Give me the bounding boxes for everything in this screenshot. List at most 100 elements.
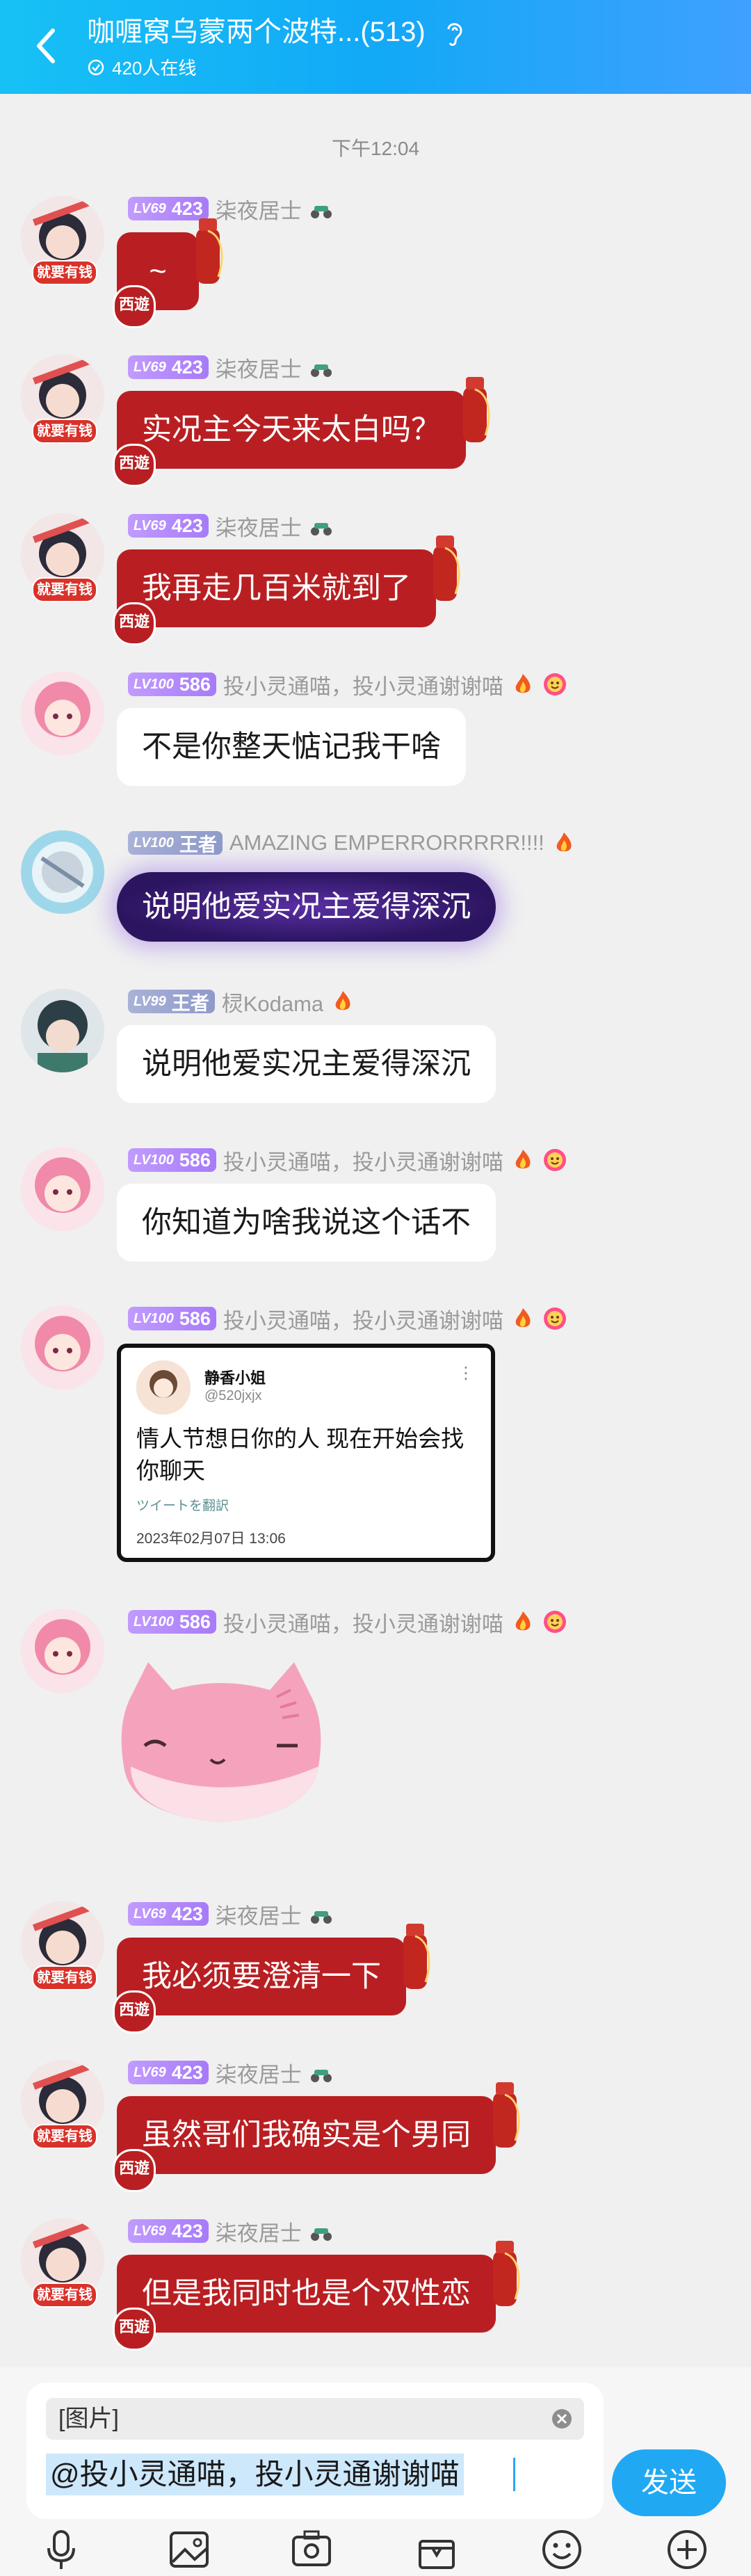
send-button[interactable]: 发送 bbox=[612, 2449, 726, 2516]
fire-icon bbox=[515, 1150, 531, 1169]
bubble-tag: 西遊 bbox=[113, 602, 156, 645]
hanger-icon bbox=[493, 2241, 520, 2306]
time-separator: 下午12:04 bbox=[331, 138, 420, 159]
camera-icon[interactable] bbox=[289, 2527, 334, 2572]
fire-icon bbox=[556, 832, 572, 852]
level-badge: LV100 586 bbox=[128, 1610, 216, 1634]
level-badge: LV69 423 bbox=[128, 514, 209, 538]
plus-icon[interactable] bbox=[665, 2527, 709, 2572]
sender-meta: LV100 王者 AMAZING EMPERRORRRRR!!!! bbox=[128, 829, 576, 857]
smiley-badge-icon bbox=[543, 1307, 566, 1330]
level-badge: LV100 王者 bbox=[128, 831, 223, 855]
chat-title[interactable]: 咖喱窝乌蒙两个波特...(513) bbox=[87, 13, 713, 51]
tweet-author: 静香小姐 bbox=[204, 1369, 266, 1387]
rich-tag: 就要有钱 bbox=[32, 260, 97, 285]
avatar[interactable] bbox=[21, 1306, 104, 1390]
sender-name[interactable]: 投小灵通喵，投小灵通谢谢喵 bbox=[223, 1303, 503, 1335]
fire-icon bbox=[515, 1611, 531, 1631]
fire-icon bbox=[515, 674, 531, 693]
sender-name[interactable]: 投小灵通喵，投小灵通谢谢喵 bbox=[223, 1145, 503, 1176]
message-bubble[interactable]: 我再走几百米就到了 西遊 bbox=[113, 536, 460, 645]
sender-name[interactable]: AMAZING EMPERRORRRRR!!!! bbox=[229, 830, 544, 855]
input-toolbar bbox=[0, 2527, 751, 2576]
avatar[interactable] bbox=[21, 1609, 104, 1693]
ear-icon[interactable] bbox=[443, 19, 467, 47]
message-input[interactable]: @投小灵通喵，投小灵通谢谢喵 bbox=[46, 2454, 464, 2495]
message-bubble[interactable]: ~ 西遊 bbox=[113, 218, 223, 328]
fire-icon bbox=[515, 1308, 531, 1328]
tweet-handle: @520jxjx bbox=[204, 1388, 262, 1403]
bubble-tag: 西遊 bbox=[113, 444, 156, 487]
bubble-tag: 西遊 bbox=[113, 1990, 156, 2034]
rich-tag: 就要有钱 bbox=[32, 2283, 97, 2308]
avatar[interactable] bbox=[21, 1148, 104, 1231]
message-composer[interactable]: [图片] @投小灵通喵，投小灵通谢谢喵 bbox=[26, 2383, 604, 2519]
pink-cat-sticker[interactable] bbox=[117, 1648, 325, 1857]
tweet-translate: ツイートを翻訳 bbox=[136, 1499, 229, 1513]
level-badge: LV69 423 bbox=[128, 355, 209, 379]
emoji-icon[interactable] bbox=[540, 2527, 584, 2572]
chat-header: 咖喱窝乌蒙两个波特...(513) 420人在线 bbox=[0, 0, 751, 94]
gift-icon[interactable] bbox=[414, 2527, 459, 2572]
sender-meta: LV99 王者 棂Kodama bbox=[128, 986, 355, 1017]
tweet-avatar bbox=[136, 1360, 191, 1415]
sender-name[interactable]: 棂Kodama bbox=[222, 986, 323, 1017]
sender-name[interactable]: 柒夜居士 bbox=[216, 2057, 302, 2088]
sender-meta: LV69 423 柒夜居士 bbox=[128, 2057, 334, 2088]
hanger-icon bbox=[196, 218, 223, 284]
bubble-tag: 西遊 bbox=[113, 2149, 156, 2192]
close-icon[interactable] bbox=[551, 2408, 573, 2430]
sender-meta: LV100 586 投小灵通喵，投小灵通谢谢喵 bbox=[128, 669, 567, 700]
message-bubble[interactable]: 说明他爱实况主爱得深沉 bbox=[117, 1025, 496, 1103]
sender-name[interactable]: 柒夜居士 bbox=[216, 352, 302, 383]
message-bubble[interactable]: 不是你整天惦记我干啥 bbox=[117, 708, 466, 786]
message-bubble[interactable]: 实况主今天来太白吗？ 西遊 bbox=[113, 377, 490, 487]
rich-tag: 就要有钱 bbox=[32, 1965, 97, 1990]
level-badge: LV100 586 bbox=[128, 1307, 216, 1330]
level-badge: LV99 王者 bbox=[128, 990, 215, 1014]
motorbike-icon bbox=[310, 2070, 332, 2082]
composer-area: [图片] @投小灵通喵，投小灵通谢谢喵 发送 bbox=[0, 2367, 751, 2576]
fire-icon bbox=[335, 991, 350, 1011]
motorbike-icon bbox=[310, 2228, 332, 2241]
message-bubble[interactable]: 你知道为啥我说这个话不 bbox=[117, 1184, 496, 1262]
avatar[interactable] bbox=[21, 672, 104, 755]
back-icon[interactable] bbox=[32, 25, 60, 67]
sender-meta: LV69 423 柒夜居士 bbox=[128, 512, 334, 540]
level-badge: LV69 423 bbox=[128, 2219, 209, 2243]
level-badge: LV100 586 bbox=[128, 673, 216, 696]
sender-meta: LV69 423 柒夜居士 bbox=[128, 1899, 334, 1930]
image-message[interactable]: 静香小姐 @520jxjx ⋮ 情人节想日你的人 现在开始会找你聊天 ツイートを… bbox=[117, 1344, 495, 1562]
sender-meta: LV100 586 投小灵通喵，投小灵通谢谢喵 bbox=[128, 1305, 567, 1333]
sender-name[interactable]: 柒夜居士 bbox=[216, 510, 302, 542]
avatar[interactable] bbox=[21, 989, 104, 1072]
level-badge: LV69 423 bbox=[128, 2061, 209, 2084]
tweet-text: 情人节想日你的人 现在开始会找你聊天 bbox=[136, 1426, 465, 1483]
bubble-tag: 西遊 bbox=[113, 2308, 156, 2351]
hanger-icon bbox=[493, 2082, 520, 2148]
hanger-icon bbox=[463, 377, 490, 442]
smiley-badge-icon bbox=[543, 1611, 566, 1633]
motorbike-icon bbox=[310, 523, 332, 536]
image-icon[interactable] bbox=[167, 2527, 211, 2572]
smiley-badge-icon bbox=[543, 1149, 566, 1171]
level-badge: LV100 586 bbox=[128, 1148, 216, 1172]
message-bubble[interactable]: 说明他爱实况主爱得深沉 bbox=[117, 872, 496, 942]
sender-meta: LV100 586 投小灵通喵，投小灵通谢谢喵 bbox=[128, 1145, 567, 1176]
motorbike-icon bbox=[310, 364, 332, 377]
sender-name[interactable]: 投小灵通喵，投小灵通谢谢喵 bbox=[223, 669, 503, 700]
mic-icon[interactable] bbox=[39, 2527, 83, 2572]
more-icon: ⋮ bbox=[458, 1364, 474, 1383]
sender-meta: LV69 423 柒夜居士 bbox=[128, 2216, 334, 2247]
sender-name[interactable]: 柒夜居士 bbox=[216, 2216, 302, 2247]
avatar[interactable] bbox=[21, 830, 104, 914]
online-count[interactable]: 420人在线 bbox=[87, 54, 713, 80]
message-bubble[interactable]: 我必须要澄清一下 西遊 bbox=[113, 1924, 430, 2034]
hanger-icon bbox=[403, 1924, 430, 1989]
sender-name[interactable]: 柒夜居士 bbox=[216, 1899, 302, 1930]
sender-name[interactable]: 投小灵通喵，投小灵通谢谢喵 bbox=[223, 1607, 503, 1638]
message-bubble[interactable]: 虽然哥们我确实是个男同 西遊 bbox=[113, 2082, 520, 2192]
motorbike-icon bbox=[310, 1911, 332, 1924]
quoted-reply: [图片] bbox=[46, 2398, 584, 2440]
message-bubble[interactable]: 但是我同时也是个双性恋 西遊 bbox=[113, 2241, 520, 2351]
